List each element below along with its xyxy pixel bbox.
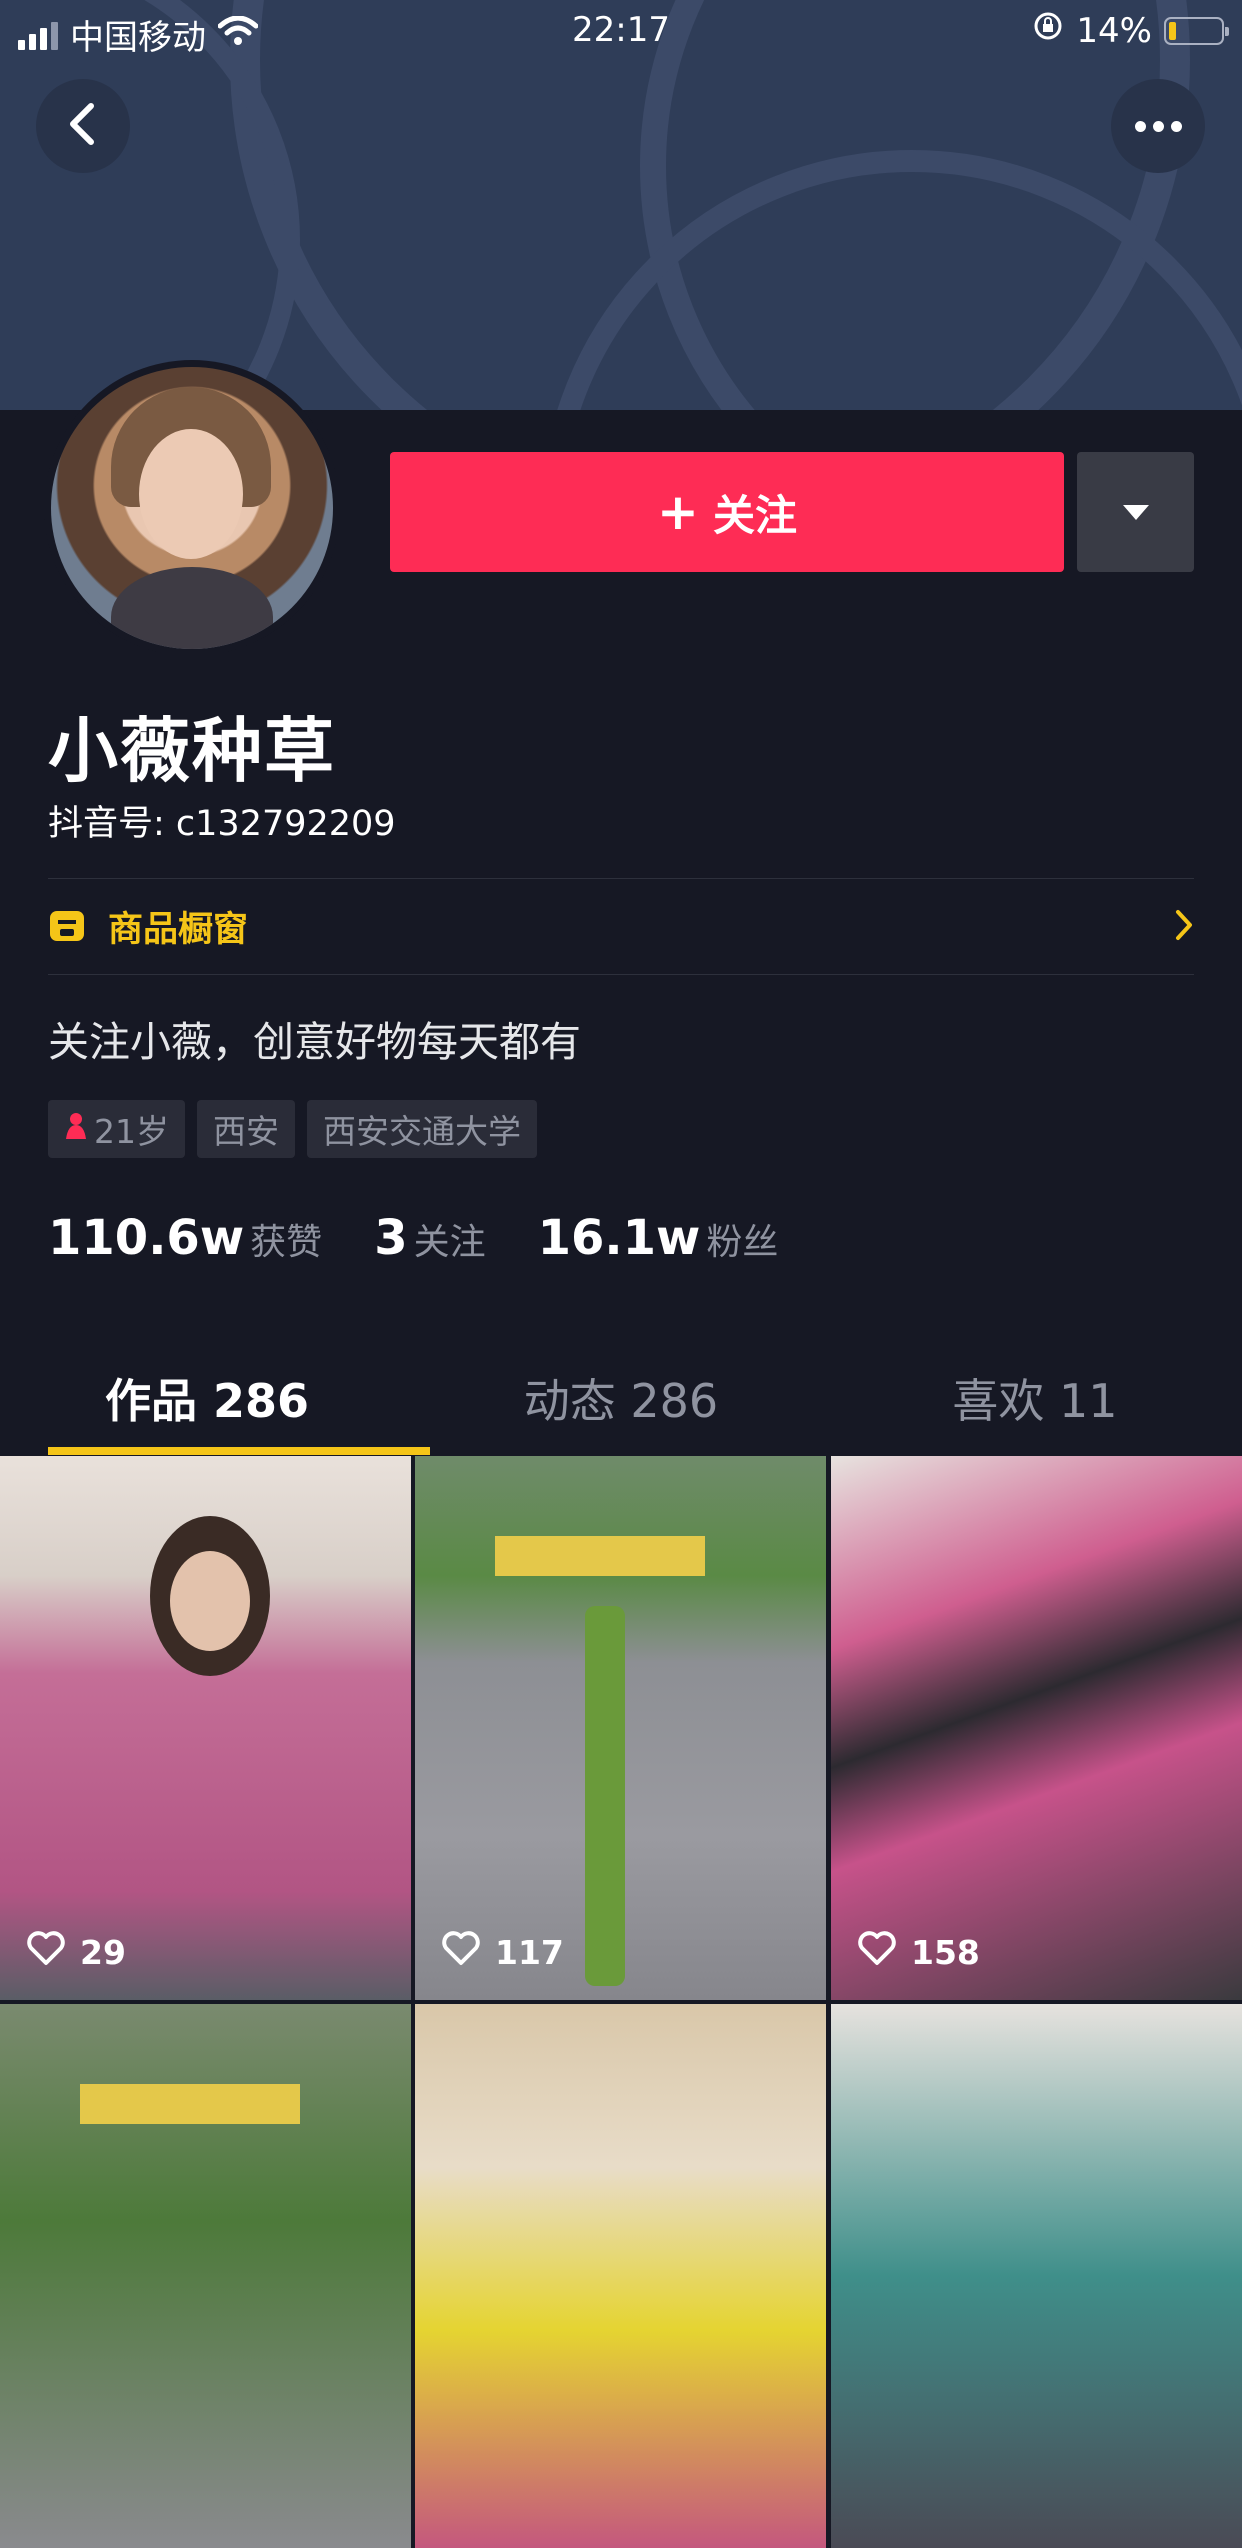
profile-stats: 110.6w 获赞 3 关注 16.1w 粉丝 xyxy=(48,1210,830,1266)
video-thumbnail[interactable] xyxy=(831,2004,1242,2548)
tag-age: 21岁 xyxy=(48,1100,185,1158)
profile-banner xyxy=(0,0,1242,410)
video-thumbnail[interactable] xyxy=(415,2004,826,2548)
stat-label: 获赞 xyxy=(250,1222,323,1263)
stat-value: 3 xyxy=(374,1210,408,1266)
recommend-dropdown-button[interactable] xyxy=(1077,452,1194,572)
battery-icon xyxy=(1164,16,1229,45)
stat-following[interactable]: 3 关注 xyxy=(374,1210,485,1266)
heart-icon xyxy=(26,1930,66,1974)
ellipsis-icon xyxy=(1134,120,1182,132)
tag-label: 西安 xyxy=(213,1112,279,1151)
profile-tags: 21岁 西安 西安交通大学 xyxy=(48,1100,537,1158)
shop-icon xyxy=(48,907,86,945)
tag-label: 21岁 xyxy=(94,1112,169,1151)
chevron-left-icon xyxy=(65,102,101,150)
tag-label: 西安交通大学 xyxy=(323,1112,521,1151)
stat-label: 粉丝 xyxy=(706,1222,779,1263)
divider xyxy=(48,974,1194,975)
likes-count: 29 xyxy=(80,1932,126,1972)
heart-icon xyxy=(857,1930,897,1974)
heart-icon xyxy=(441,1930,481,1974)
battery-percent: 14% xyxy=(1076,10,1152,51)
profile-tabs: 作品 286 动态 286 喜欢 11 xyxy=(0,1340,1242,1456)
orientation-lock-icon xyxy=(1032,10,1064,51)
stat-value: 110.6w xyxy=(48,1210,245,1266)
follow-button[interactable]: + 关注 xyxy=(390,452,1064,572)
plus-icon: + xyxy=(657,483,699,541)
tag-location: 西安 xyxy=(197,1100,295,1158)
female-icon xyxy=(64,1110,88,1149)
follow-label: 关注 xyxy=(712,490,797,540)
avatar-image xyxy=(51,367,333,649)
shop-window-label: 商品橱窗 xyxy=(108,909,249,950)
tab-indicator xyxy=(48,1447,430,1455)
video-thumbnail[interactable]: 29 xyxy=(0,1456,411,2000)
video-likes: 117 xyxy=(441,1930,564,1974)
stat-likes[interactable]: 110.6w 获赞 xyxy=(48,1210,322,1266)
stat-followers[interactable]: 16.1w 粉丝 xyxy=(538,1210,779,1266)
tab-works[interactable]: 作品 286 xyxy=(0,1340,414,1456)
status-bar: 中国移动 22:17 14% xyxy=(0,0,1242,60)
tab-activity[interactable]: 动态 286 xyxy=(414,1340,828,1456)
chevron-right-icon xyxy=(1174,908,1194,946)
caret-down-icon xyxy=(1122,504,1149,520)
more-options-button[interactable] xyxy=(1111,79,1205,173)
video-likes: 29 xyxy=(26,1930,126,1974)
video-thumbnail[interactable] xyxy=(0,2004,411,2548)
profile-name: 小薇种草 xyxy=(48,710,336,792)
shop-window-row[interactable]: 商品橱窗 xyxy=(48,878,1194,974)
tag-school: 西安交通大学 xyxy=(307,1100,537,1158)
likes-count: 117 xyxy=(495,1932,564,1972)
video-thumbnail[interactable]: 158 xyxy=(831,1456,1242,2000)
douyin-id: 抖音号: c132792209 xyxy=(48,804,396,844)
stat-value: 16.1w xyxy=(537,1210,701,1266)
profile-bio: 关注小薇，创意好物每天都有 xyxy=(48,1018,581,1066)
back-button[interactable] xyxy=(36,79,130,173)
tab-likes[interactable]: 喜欢 11 xyxy=(828,1340,1242,1456)
likes-count: 158 xyxy=(911,1932,980,1972)
stat-label: 关注 xyxy=(413,1222,486,1263)
video-thumbnail[interactable]: 117 xyxy=(415,1456,826,2000)
video-likes: 158 xyxy=(857,1930,980,1974)
avatar[interactable] xyxy=(44,360,340,656)
video-grid: 29 117 158 xyxy=(0,1456,1242,2548)
